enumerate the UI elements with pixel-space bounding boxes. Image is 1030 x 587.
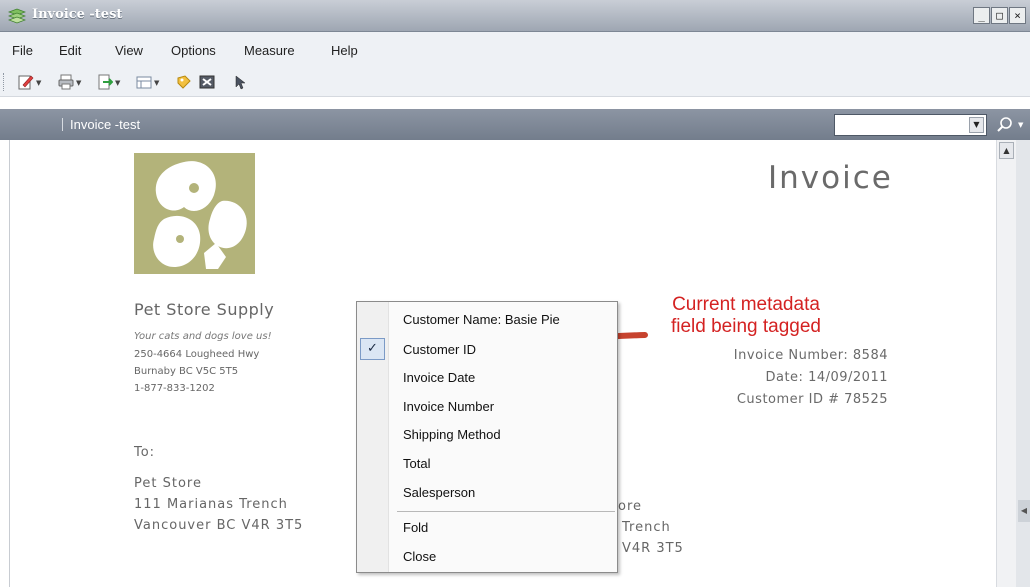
menu-item-customer-id[interactable]: Customer ID (403, 342, 476, 357)
menu-help[interactable]: Help (331, 43, 358, 58)
menu-options[interactable]: Options (171, 43, 216, 58)
edit-icon[interactable]: ▼ (18, 74, 44, 90)
menu-file[interactable]: File (12, 43, 33, 58)
menu-item-invoice-number[interactable]: Invoice Number (403, 399, 494, 414)
menu-item-customer-name[interactable]: Customer Name: Basie Pie (403, 312, 560, 327)
print-icon[interactable]: ▼ (58, 74, 84, 90)
pointer-icon[interactable] (233, 74, 247, 90)
menu-view[interactable]: View (115, 43, 143, 58)
company-phone: 1-877-833-1202 (134, 383, 215, 394)
company-tagline: Your cats and dogs love us! (134, 331, 272, 342)
recipient-line: 111 Marianas Trench (134, 497, 288, 512)
layout-icon[interactable]: ▼ (136, 74, 162, 90)
menu-item-close[interactable]: Close (403, 549, 436, 564)
annotation-line: field being tagged (670, 316, 821, 337)
recipient-line: Vancouver BC V4R 3T5 (134, 518, 304, 533)
document-title: Invoice -test (70, 117, 141, 132)
minimize-button[interactable]: _ (973, 7, 990, 24)
company-address-line: 250-4664 Lougheed Hwy (134, 349, 260, 360)
export-icon[interactable]: ▼ (97, 74, 123, 90)
close-doc-icon[interactable] (199, 74, 217, 90)
maximize-button[interactable]: □ (991, 7, 1008, 24)
pet-store-logo (134, 153, 255, 274)
invoice-number: Invoice Number: 8584 (733, 348, 888, 363)
close-window-button[interactable]: × (1009, 7, 1026, 24)
document-header-bar: Invoice -test ▼ ▼ (0, 109, 1030, 140)
vertical-scrollbar[interactable]: ▲ (996, 140, 1016, 587)
menu-item-total[interactable]: Total (403, 456, 430, 471)
annotation-callout: Current metadata field being tagged (629, 294, 863, 338)
scroll-up-icon[interactable]: ▲ (999, 142, 1014, 159)
right-panel-edge: ◀ (1016, 140, 1030, 587)
checkmark-icon: ✓ (360, 338, 385, 360)
invoice-heading: Invoice (768, 160, 893, 196)
docbar-separator (62, 118, 63, 131)
menu-item-invoice-date[interactable]: Invoice Date (403, 370, 475, 385)
title-bar: Invoice -test _ □ × (0, 0, 1030, 32)
menu-item-fold[interactable]: Fold (403, 520, 428, 535)
menu-measure[interactable]: Measure (244, 43, 295, 58)
menu-bar: File Edit View Options Measure Help (0, 32, 1030, 67)
menu-item-shipping-method[interactable]: Shipping Method (403, 427, 501, 442)
ship-to-line: V4R 3T5 (622, 541, 684, 556)
ship-to-line: Trench (622, 520, 671, 535)
menu-item-salesperson[interactable]: Salesperson (403, 485, 475, 500)
annotation-line: Current metadata (672, 294, 820, 315)
company-name: Pet Store Supply (134, 300, 275, 319)
to-label: To: (134, 445, 156, 460)
menu-separator (397, 511, 615, 512)
ship-to-line: ore (618, 499, 643, 514)
company-address-line: Burnaby BC V5C 5T5 (134, 366, 239, 377)
side-panel-toggle-icon[interactable]: ◀ (1018, 500, 1030, 522)
tag-icon[interactable] (176, 74, 194, 90)
app-icon (8, 8, 26, 24)
search-icon[interactable] (995, 115, 1015, 135)
menu-edit[interactable]: Edit (59, 43, 81, 58)
window-title: Invoice -test (32, 7, 123, 22)
search-options-caret[interactable]: ▼ (1018, 121, 1023, 129)
tag-context-menu: ✓ Customer Name: Basie Pie Customer ID I… (356, 301, 618, 573)
toolbar-grip[interactable] (3, 73, 7, 91)
invoice-date: Date: 14/09/2011 (765, 370, 888, 385)
customer-id: Customer ID # 78525 (736, 392, 888, 407)
search-combo[interactable]: ▼ (834, 114, 987, 136)
combo-dropdown-icon[interactable]: ▼ (969, 117, 984, 133)
recipient-line: Pet Store (134, 476, 202, 491)
left-panel-edge (0, 140, 10, 587)
toolbar: ▼ ▼ ▼ ▼ (0, 67, 1030, 97)
